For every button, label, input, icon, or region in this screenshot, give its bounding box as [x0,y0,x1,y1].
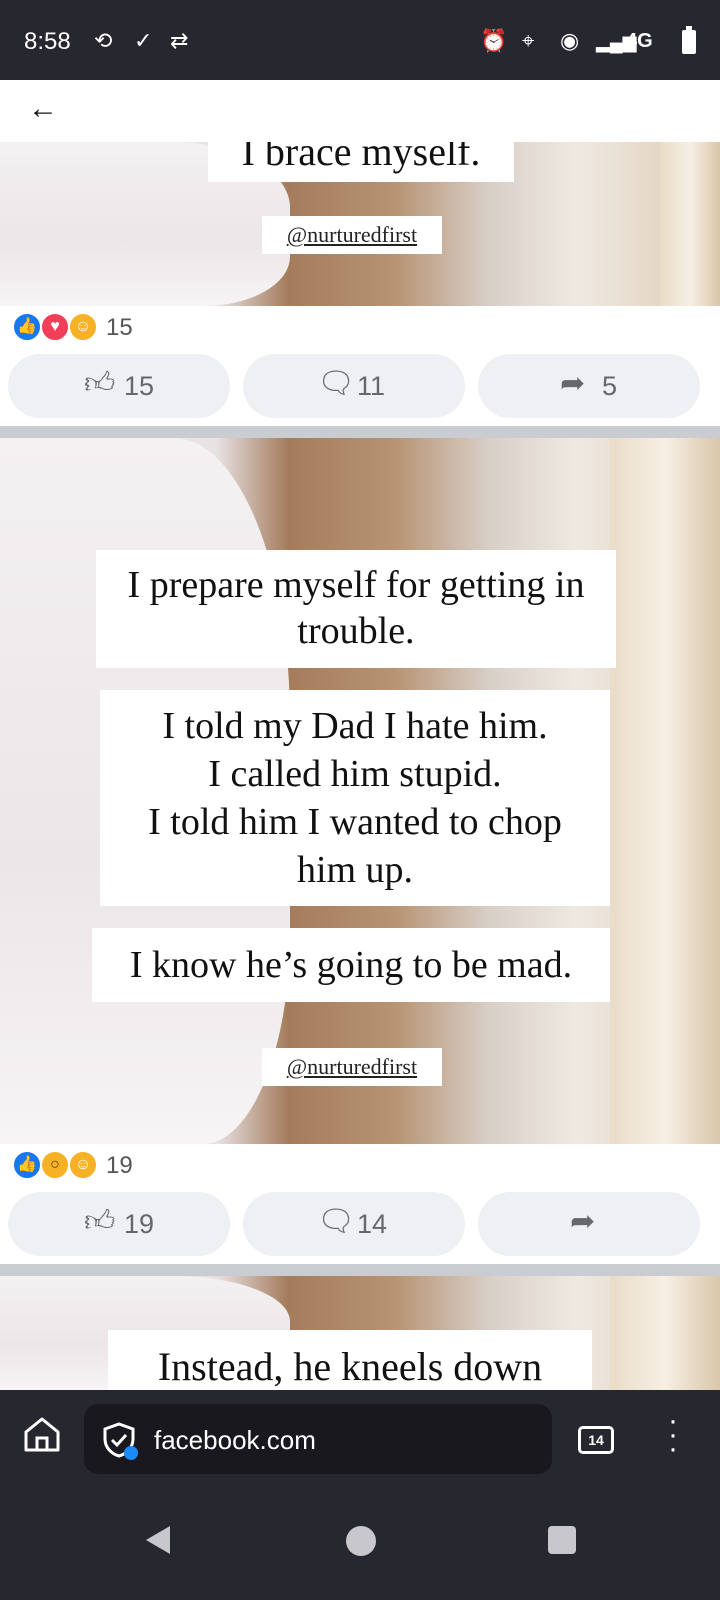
comment-icon: 🗨︎ [317,367,356,400]
network-type: 4G [626,30,653,52]
share-arrow-icon: ➦ [570,1205,596,1238]
alarm-icon: ⏰ [480,28,508,53]
top-bar: ← [0,80,720,142]
thumbs-up-icon: 👍︎ [84,1205,116,1238]
like-icon: 👍 [12,1150,42,1180]
window-frame [610,1276,720,1390]
post-caption-text: Instead, he kneels down [108,1330,592,1390]
nav-back-icon[interactable] [146,1526,170,1554]
comment-count: 14 [357,1209,388,1239]
post-image[interactable]: Instead, he kneels down [0,1276,720,1390]
nav-home-icon[interactable] [346,1526,376,1556]
window-frame [610,438,720,1144]
post-caption-text: I know he’s going to be mad. [92,928,610,1002]
reaction-count: 15 [106,314,133,341]
love-icon: ♥ [40,312,70,342]
care-icon: ☺ [68,312,98,342]
sync-icon: ⟲ [94,28,113,53]
post-caption-text: I prepare myself for getting in trouble. [96,550,616,668]
address-bar[interactable]: facebook.com [84,1404,552,1474]
caption-line: I called him stupid. [208,753,502,795]
reaction-count: 19 [106,1152,133,1179]
author-handle[interactable]: @nurturedfirst [262,1048,442,1086]
care-icon: ☺ [68,1150,98,1180]
like-count: 19 [124,1209,155,1239]
status-time: 8:58 [24,28,71,55]
post-image[interactable]: I brace myself. @nurturedfirst [0,142,720,306]
like-count: 15 [124,371,155,401]
comment-count: 11 [357,371,386,401]
more-menu-icon[interactable]: · · · [668,1406,678,1464]
battery-icon [682,26,696,54]
back-arrow-icon[interactable]: ← [28,92,58,126]
url-text: facebook.com [154,1425,316,1455]
like-button[interactable]: 👍︎ 15 [8,354,230,418]
like-icon: 👍 [12,312,42,342]
post-caption-block: I told my Dad I hate him. I called him s… [100,690,610,906]
like-button[interactable]: 👍︎ 19 [8,1192,230,1256]
post-image[interactable]: I prepare myself for getting in trouble.… [0,438,720,1144]
author-handle[interactable]: @nurturedfirst [262,216,442,254]
share-count: 5 [602,371,618,401]
caption-line: him up. [296,849,414,891]
location-icon: ⌖ [522,28,535,53]
caption-line: I told him I wanted to chop [148,801,562,843]
nav-recents-icon[interactable] [548,1526,576,1554]
share-arrow-icon: ➦ [560,367,586,400]
download-done-icon: ✓ [134,28,153,53]
window-frame [660,142,720,306]
browser-toolbar: facebook.com 14 · · · [0,1390,720,1490]
comment-icon: 🗨︎ [317,1205,356,1238]
secure-dot [124,1446,138,1460]
system-nav-bar [0,1490,720,1600]
data-transfer-icon: ⇄ [170,28,189,53]
hotspot-icon: ◉ [560,28,580,53]
share-button[interactable]: ➦ [478,1192,700,1256]
home-icon[interactable] [22,1414,62,1454]
tab-switcher-button[interactable]: 14 [578,1426,614,1454]
post-caption-text: I brace myself. [208,142,514,182]
caption-line: I told my Dad I hate him. [162,705,548,747]
share-button[interactable]: ➦ 5 [478,354,700,418]
wow-icon: ○ [40,1150,70,1180]
status-bar: 8:58 ⟲ ✓ ⇄ ⏰ ⌖ ◉ ▂▄▆ 4G [0,0,720,80]
thumbs-up-icon: 👍︎ [84,367,116,400]
comment-button[interactable]: 🗨︎ 11 [243,354,465,418]
comment-button[interactable]: 🗨︎ 14 [243,1192,465,1256]
